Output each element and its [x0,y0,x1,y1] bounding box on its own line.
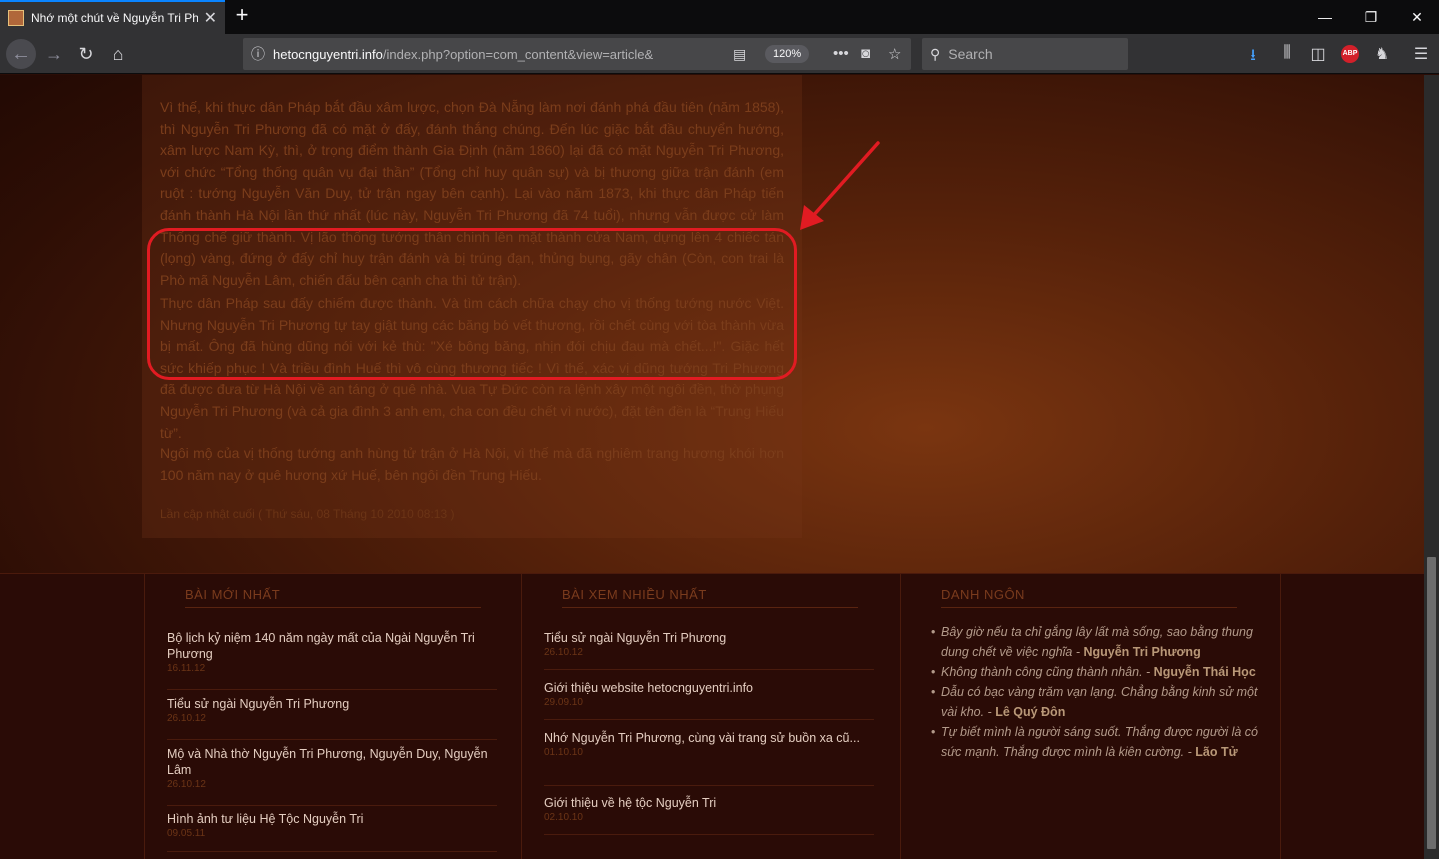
reload-button[interactable]: ↻ [72,40,100,68]
article-paragraph: Ngôi mộ của vị thống tướng anh hùng tử t… [160,445,784,483]
navigation-toolbar: ← → ↻ ⌂ ⓘ hetocnguyentri.info /index.php… [0,34,1439,74]
quotes-module: DANH NGÔN Bây giờ nếu ta chỉ gắng lây lấ… [900,574,1281,859]
close-tab-icon[interactable]: ✕ [204,8,217,28]
popular-articles-module: BÀI XEM NHIỀU NHẤT Tiểu sử ngài Nguyễn T… [521,574,901,859]
article-link[interactable]: Tiểu sử ngài Nguyễn Tri Phương [167,696,497,712]
quote-text: Không thành công cũng thành nhân. - [941,665,1154,679]
article-date: 09.05.11 [167,828,206,839]
article-date: 16.11.12 [167,663,206,674]
restore-button[interactable]: ❐ [1348,0,1394,34]
back-button[interactable]: ← [6,39,36,69]
list-item[interactable]: Giới thiệu website hetocnguyentri.info 2… [544,680,874,720]
forward-button[interactable]: → [40,40,68,68]
close-window-button[interactable]: ✕ [1394,0,1439,34]
list-item[interactable]: Bộ lịch kỷ niệm 140 năm ngày mất của Ngà… [167,630,497,690]
list-item[interactable]: Tiểu sử ngài Nguyễn Tri Phương 26.10.12 [544,630,874,670]
quote-item: Bây giờ nếu ta chỉ gắng lây lất mà sống,… [931,622,1261,662]
article-date: 01.10.10 [544,747,583,758]
quote-text: Dẫu có bạc vàng trăm vạn lạng. Chẳng bằn… [941,685,1258,719]
quote-author: Lão Tử [1195,745,1238,759]
latest-articles-heading: BÀI MỚI NHẤT [185,587,481,608]
vertical-scrollbar[interactable] [1424,75,1439,859]
quote-item: Không thành công cũng thành nhân. - Nguy… [931,662,1261,682]
quote-author: Nguyễn Tri Phương [1083,645,1201,659]
reader-view-icon[interactable]: ▤ [733,46,746,63]
article-link[interactable]: Hình ảnh tư liệu Hệ Tộc Nguyễn Tri [167,811,497,827]
page-actions-icon[interactable]: ••• [833,45,849,62]
annotation-highlight-box [147,228,797,380]
search-bar[interactable]: ⚲ Search [922,38,1128,70]
article-date: 02.10.10 [544,812,583,823]
bookmark-star-icon[interactable]: ☆ [888,45,901,63]
article-link[interactable]: Nhớ Nguyễn Tri Phương, cùng vài trang sử… [544,730,874,746]
latest-articles-module: BÀI MỚI NHẤT Bộ lịch kỷ niệm 140 năm ngà… [144,574,522,859]
annotation-arrow-icon [800,141,880,230]
quote-item: Dẫu có bạc vàng trăm vạn lạng. Chẳng bằn… [931,682,1261,722]
quotes-list: Bây giờ nếu ta chỉ gắng lây lất mà sống,… [931,622,1261,762]
quote-author: Nguyễn Thái Học [1153,665,1256,679]
quotes-heading: DANH NGÔN [941,587,1237,608]
article-link[interactable]: Bộ lịch kỷ niệm 140 năm ngày mất của Ngà… [167,630,497,662]
active-tab[interactable]: Nhớ một chút về Nguyễn Tri Phương ✕ [0,0,225,34]
list-item[interactable]: Tiểu sử ngài Nguyễn Tri Phương 26.10.12 [167,696,497,740]
search-icon: ⚲ [930,45,941,62]
tab-title: Nhớ một chút về Nguyễn Tri Phương [31,11,198,25]
extension-icon[interactable]: ♞ [1371,44,1393,64]
home-button[interactable]: ⌂ [104,40,132,68]
article-link[interactable]: Mộ và Nhà thờ Nguyễn Tri Phương, Nguyễn … [167,746,497,778]
article-date: 26.10.12 [167,713,206,724]
quote-item: Tự biết mình là người sáng suốt. Thắng đ… [931,722,1261,762]
url-host: hetocnguyentri.info [273,46,383,62]
menu-icon[interactable]: ☰ [1410,44,1432,64]
list-item[interactable]: Giới thiệu về hệ tộc Nguyễn Tri 02.10.10 [544,795,874,835]
article-link[interactable]: Giới thiệu về hệ tộc Nguyễn Tri [544,795,874,811]
tab-bar: Nhớ một chút về Nguyễn Tri Phương ✕ + — … [0,0,1439,34]
article-link[interactable]: Giới thiệu website hetocnguyentri.info [544,680,874,696]
url-bar[interactable]: ⓘ hetocnguyentri.info /index.php?option=… [243,38,911,70]
search-placeholder: Search [948,46,993,62]
quote-author: Lê Quý Đôn [995,705,1066,719]
article-date: 26.10.12 [167,779,206,790]
last-updated-text: Lần cập nhật cuối ( Thứ sáu, 08 Tháng 10… [160,507,455,521]
download-icon[interactable]: ⭳ [1242,44,1264,71]
pocket-icon[interactable]: ◙ [861,45,870,62]
list-item[interactable]: Nhớ Nguyễn Tri Phương, cùng vài trang sử… [544,730,874,786]
new-tab-button[interactable]: + [230,4,254,28]
article-date: 26.10.12 [544,647,583,658]
scrollbar-thumb[interactable] [1427,557,1436,849]
site-favicon-icon [8,10,24,26]
list-item[interactable]: Mộ và Nhà thờ Nguyễn Tri Phương, Nguyễn … [167,746,497,806]
article-date: 29.09.10 [544,697,583,708]
library-icon[interactable]: ⫼ [1276,44,1298,62]
sidebar-icon[interactable]: ◫ [1307,44,1329,64]
list-item[interactable]: Hình ảnh tư liệu Hệ Tộc Nguyễn Tri 09.05… [167,811,497,852]
zoom-level-badge[interactable]: 120% [765,45,810,63]
popular-articles-heading: BÀI XEM NHIỀU NHẤT [562,587,858,608]
page-viewport: Vì thế, khi thực dân Pháp bắt đầu xâm lư… [0,75,1424,859]
minimize-button[interactable]: — [1302,0,1348,34]
adblock-plus-icon[interactable]: ABP [1341,45,1359,63]
article-link[interactable]: Tiểu sử ngài Nguyễn Tri Phương [544,630,874,646]
site-info-icon[interactable]: ⓘ [243,44,273,64]
footer-modules: BÀI MỚI NHẤT Bộ lịch kỷ niệm 140 năm ngà… [0,573,1424,859]
